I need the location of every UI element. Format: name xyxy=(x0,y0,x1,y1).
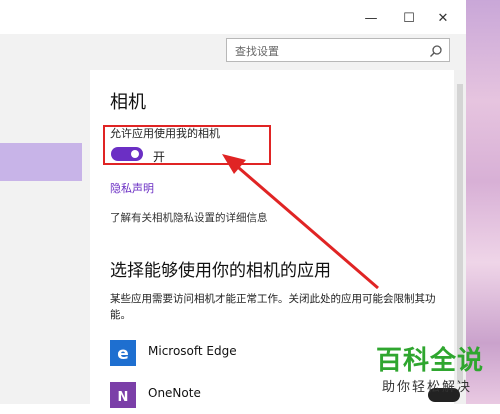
watermark-subtitle: 助你轻松解决 xyxy=(382,380,473,395)
watermark-title: 百科全说 xyxy=(376,346,485,376)
watermark-logo: 百科全说 助你轻松解决 xyxy=(370,340,500,404)
